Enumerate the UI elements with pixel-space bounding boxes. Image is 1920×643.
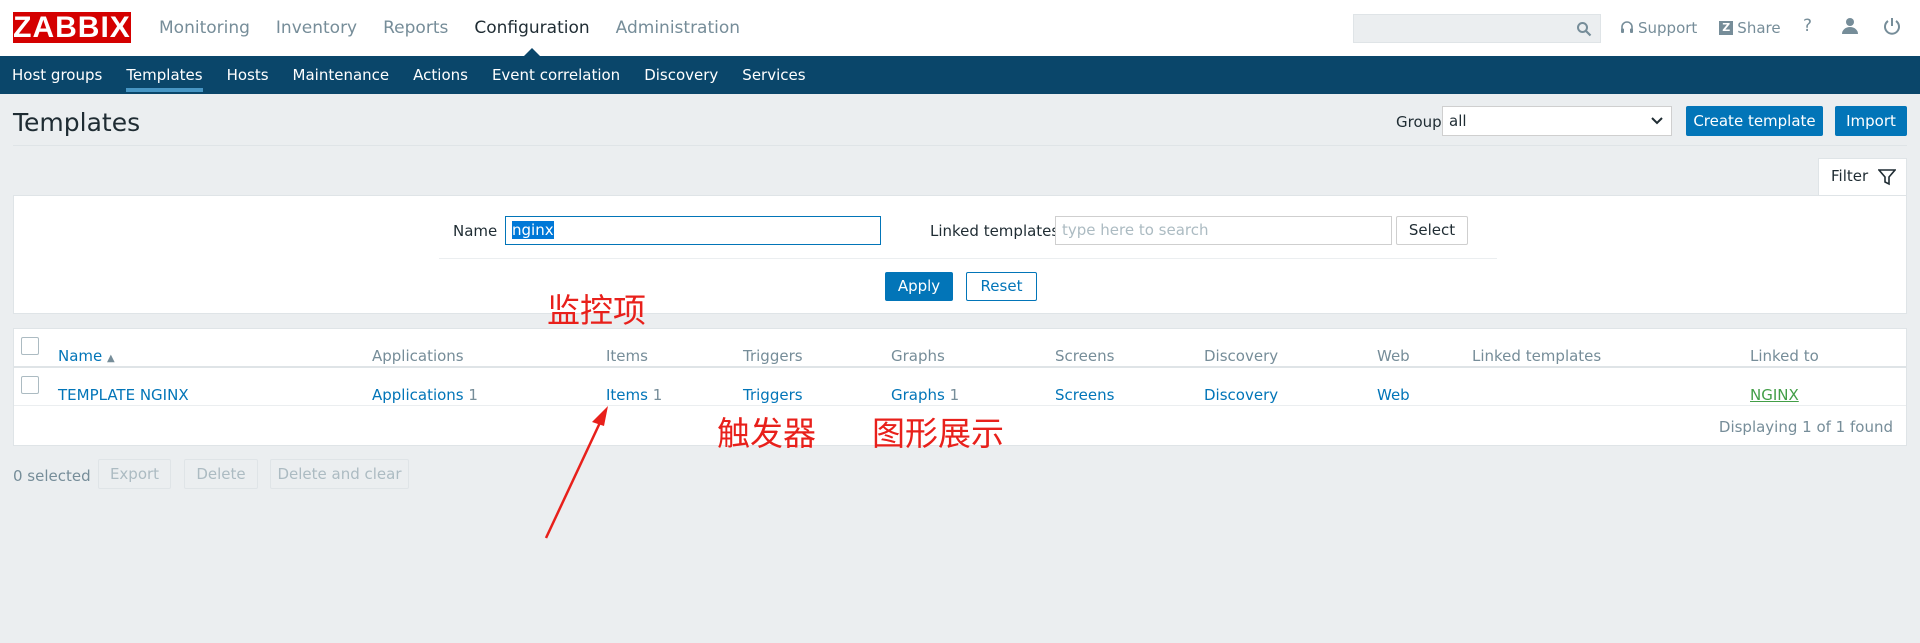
subnav-event-correlation[interactable]: Event correlation <box>480 56 632 94</box>
items-cell: Items 1 <box>606 386 662 404</box>
template-name-link[interactable]: TEMPLATE NGINX <box>58 386 189 404</box>
group-select[interactable]: all <box>1442 106 1672 136</box>
search-icon[interactable] <box>1576 21 1592 37</box>
screens-link[interactable]: Screens <box>1055 386 1114 404</box>
column-linked-templates: Linked templates <box>1472 347 1602 365</box>
main-nav: Monitoring Inventory Reports Configurati… <box>146 0 753 56</box>
help-icon[interactable]: ? <box>1803 16 1812 36</box>
linked-to-host-link[interactable]: NGINX <box>1750 386 1799 404</box>
headset-icon <box>1621 21 1633 33</box>
subnav-host-groups[interactable]: Host groups <box>0 56 114 94</box>
selected-count: 0 selected <box>13 467 91 485</box>
name-filter-input[interactable]: nginx <box>505 216 881 245</box>
items-link[interactable]: Items <box>606 386 648 404</box>
applications-cell: Applications 1 <box>372 386 478 404</box>
applications-link[interactable]: Applications <box>372 386 464 404</box>
chevron-down-icon <box>1651 117 1663 125</box>
discovery-link[interactable]: Discovery <box>1204 386 1278 404</box>
main-nav-configuration[interactable]: Configuration <box>461 0 602 56</box>
triggers-link[interactable]: Triggers <box>743 386 803 404</box>
column-name[interactable]: Name ▲ <box>58 347 115 365</box>
filter-tab[interactable]: Filter <box>1818 158 1907 195</box>
subnav-services[interactable]: Services <box>730 56 817 94</box>
subnav-maintenance[interactable]: Maintenance <box>281 56 402 94</box>
column-screens: Screens <box>1055 347 1115 365</box>
graphs-count: 1 <box>949 386 960 404</box>
subnav-hosts[interactable]: Hosts <box>215 56 281 94</box>
title-divider <box>13 145 1907 146</box>
global-search-input[interactable] <box>1353 14 1601 43</box>
apply-button[interactable]: Apply <box>885 272 953 301</box>
reset-button[interactable]: Reset <box>966 272 1037 301</box>
select-all-checkbox[interactable] <box>21 337 39 355</box>
linked-templates-input[interactable]: type here to search <box>1055 216 1392 245</box>
linked-templates-label: Linked templates <box>930 222 1060 240</box>
applications-count: 1 <box>468 386 478 404</box>
sub-nav: Host groups Templates Hosts Maintenance … <box>0 56 1920 94</box>
graphs-cell: Graphs 1 <box>891 386 959 404</box>
graphs-link[interactable]: Graphs <box>891 386 945 404</box>
main-nav-inventory[interactable]: Inventory <box>263 0 370 56</box>
export-button[interactable]: Export <box>98 459 171 489</box>
filter-tab-label: Filter <box>1831 167 1869 185</box>
group-select-value: all <box>1449 112 1467 130</box>
column-applications: Applications <box>372 347 464 365</box>
main-nav-reports[interactable]: Reports <box>370 0 461 56</box>
column-discovery: Discovery <box>1204 347 1279 365</box>
main-nav-monitoring[interactable]: Monitoring <box>146 0 263 56</box>
web-link[interactable]: Web <box>1377 386 1410 404</box>
column-web: Web <box>1377 347 1410 365</box>
top-links: Support Z Share <box>1620 0 1803 56</box>
column-items: Items <box>606 347 648 365</box>
sort-asc-icon: ▲ <box>107 353 115 364</box>
table-footer-count: Displaying 1 of 1 found <box>1718 418 1893 436</box>
filter-icon <box>1878 169 1896 186</box>
annotation-arrow <box>544 406 608 539</box>
name-filter-value: nginx <box>512 221 554 239</box>
subnav-templates[interactable]: Templates <box>114 56 214 94</box>
share-label: Share <box>1737 19 1781 37</box>
share-link[interactable]: Z Share <box>1719 19 1781 37</box>
column-graphs: Graphs <box>891 347 945 365</box>
filter-divider <box>439 258 1497 259</box>
delete-and-clear-button[interactable]: Delete and clear <box>270 459 409 489</box>
group-label: Group <box>1396 113 1442 131</box>
row-divider <box>14 405 1906 406</box>
sign-out-icon[interactable] <box>1883 17 1901 35</box>
header-divider <box>14 366 1906 368</box>
delete-button[interactable]: Delete <box>184 459 258 489</box>
annotation-graphs: 图形展示 <box>872 414 1004 453</box>
user-profile-icon[interactable] <box>1842 17 1858 35</box>
filter-panel: Name nginx Linked templates type here to… <box>13 195 1907 314</box>
name-label: Name <box>453 222 498 240</box>
annotation-items: 监控项 <box>547 291 646 330</box>
column-linked-to: Linked to <box>1750 347 1819 365</box>
select-button[interactable]: Select <box>1396 216 1468 245</box>
zabbix-share-icon: Z <box>1719 21 1734 35</box>
items-count: 1 <box>652 386 663 404</box>
subnav-actions[interactable]: Actions <box>401 56 480 94</box>
page-title: Templates <box>13 108 141 137</box>
linked-templates-placeholder: type here to search <box>1062 221 1209 239</box>
import-button[interactable]: Import <box>1835 106 1907 136</box>
support-label: Support <box>1638 19 1698 37</box>
top-header: ZABBIX Monitoring Inventory Reports Conf… <box>0 0 1920 56</box>
support-link[interactable]: Support <box>1620 19 1697 37</box>
zabbix-logo[interactable]: ZABBIX <box>13 12 131 43</box>
row-checkbox[interactable] <box>21 376 39 394</box>
create-template-button[interactable]: Create template <box>1686 106 1823 136</box>
column-triggers: Triggers <box>743 347 803 365</box>
subnav-discovery[interactable]: Discovery <box>632 56 730 94</box>
main-nav-administration[interactable]: Administration <box>603 0 753 56</box>
annotation-triggers: 触发器 <box>717 414 816 453</box>
